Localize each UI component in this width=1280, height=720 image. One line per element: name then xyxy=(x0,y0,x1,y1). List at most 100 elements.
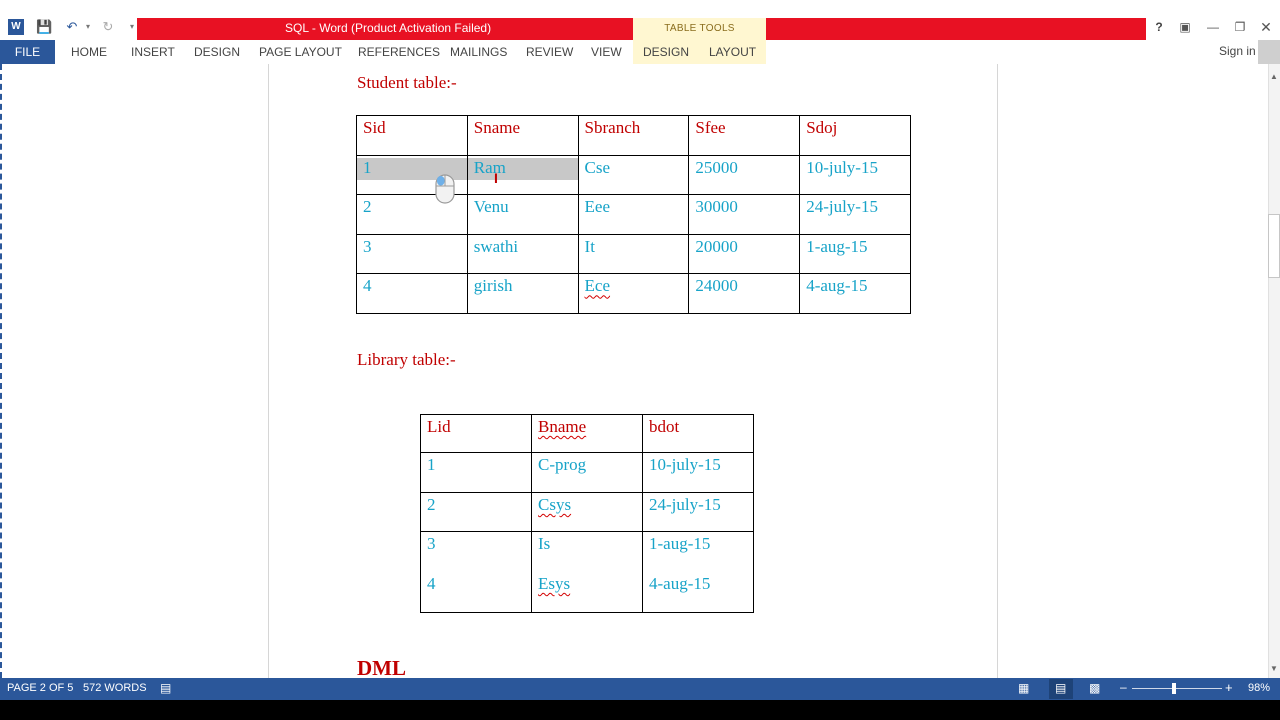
status-bar: PAGE 2 OF 5 572 WORDS ▤ ▦ ▤ ▩ – + 98% xyxy=(0,678,1280,700)
table-cell[interactable]: 25000 xyxy=(688,154,801,196)
scroll-up-icon[interactable]: ▲ xyxy=(1268,70,1280,84)
table-cell[interactable]: Ram xyxy=(466,154,579,196)
student-table[interactable]: Sid Sname Sbranch Sfee Sdoj 1 Ram Cse 25… xyxy=(356,115,911,314)
tab-page-layout[interactable]: PAGE LAYOUT xyxy=(259,40,342,64)
table-cell[interactable]: Eee xyxy=(577,194,690,235)
tab-references[interactable]: REFERENCES xyxy=(358,40,440,64)
table-cell[interactable]: 24-july-15 xyxy=(642,492,754,532)
library-table-heading: Library table:- xyxy=(357,350,456,369)
help-button[interactable]: ? xyxy=(1148,18,1170,36)
save-icon[interactable]: 💾 xyxy=(36,19,52,35)
table-cell[interactable]: 4-aug-15 xyxy=(799,273,911,314)
scroll-thumb[interactable] xyxy=(1268,214,1280,278)
web-layout-icon[interactable]: ▩ xyxy=(1089,681,1100,695)
table-cell[interactable]: 4 xyxy=(356,273,468,314)
table-cell[interactable]: 10-july-15 xyxy=(642,452,754,493)
minimize-icon[interactable]: — xyxy=(1202,18,1224,36)
cell-line: 1-aug-15 xyxy=(649,534,711,553)
table-cell[interactable]: Sname xyxy=(466,115,579,156)
table-cell[interactable]: 3 xyxy=(356,233,468,275)
table-cell[interactable]: It xyxy=(577,233,690,275)
undo-dropdown-icon[interactable]: ▾ xyxy=(80,19,96,35)
zoom-slider-handle[interactable] xyxy=(1172,683,1176,694)
avatar[interactable] xyxy=(1258,40,1280,64)
table-cell[interactable]: Ece xyxy=(577,273,690,314)
table-cell[interactable]: 2 xyxy=(420,492,532,532)
redo-icon[interactable]: ↻ xyxy=(100,19,116,35)
spellcheck-text: Esys xyxy=(538,574,571,593)
table-cell[interactable]: 1-aug-15 xyxy=(799,233,911,275)
table-cell[interactable]: 30000 xyxy=(688,194,801,235)
text-cursor-icon: I xyxy=(494,170,498,186)
print-layout-icon[interactable]: ▤ xyxy=(1055,681,1066,695)
tab-review[interactable]: REVIEW xyxy=(526,40,573,64)
table-row: 1 C-prog 10-july-15 xyxy=(420,452,754,493)
table-row: Sid Sname Sbranch Sfee Sdoj xyxy=(356,115,911,156)
sign-in-link[interactable]: Sign in xyxy=(1219,44,1256,58)
undo-icon[interactable]: ↶ xyxy=(64,19,80,35)
proofing-icon[interactable]: ▤ xyxy=(160,681,171,695)
tab-home[interactable]: HOME xyxy=(71,40,107,64)
table-cell[interactable]: Csys xyxy=(531,492,643,532)
tab-insert[interactable]: INSERT xyxy=(131,40,175,64)
activation-failed-bar-right xyxy=(766,18,1146,40)
zoom-level[interactable]: 98% xyxy=(1248,682,1270,694)
table-cell[interactable]: 24-july-15 xyxy=(799,194,911,235)
word-count[interactable]: 572 WORDS xyxy=(83,682,147,694)
tab-table-layout[interactable]: LAYOUT xyxy=(699,40,766,64)
table-cell[interactable]: 3 4 xyxy=(420,531,532,613)
table-cell[interactable]: 1-aug-15 4-aug-15 xyxy=(642,531,754,613)
table-cell[interactable]: swathi xyxy=(466,233,579,275)
table-cell[interactable]: Sdoj xyxy=(799,115,911,156)
table-cell[interactable]: girish xyxy=(466,273,579,314)
tab-table-design[interactable]: DESIGN xyxy=(633,40,699,64)
table-row: 3 4 Is Esys 1-aug-15 4-aug-15 xyxy=(420,531,754,613)
table-cell[interactable]: bdot xyxy=(642,414,754,453)
window-title: SQL - Word (Product Activation Failed) xyxy=(285,21,492,35)
table-cell[interactable]: Bname xyxy=(531,414,643,453)
table-row: 3 swathi It 20000 1-aug-15 xyxy=(356,233,911,275)
table-cell[interactable]: Sbranch xyxy=(577,115,690,156)
table-cell[interactable]: 1 xyxy=(420,452,532,493)
scroll-down-icon[interactable]: ▼ xyxy=(1268,662,1280,676)
table-cell[interactable]: Cse xyxy=(577,154,690,196)
table-cell[interactable]: Is Esys xyxy=(531,531,643,613)
spellcheck-text: Bname xyxy=(538,417,587,436)
student-table-heading: Student table:- xyxy=(357,73,457,92)
word-app-icon[interactable]: W xyxy=(8,19,24,35)
zoom-out-icon[interactable]: – xyxy=(1120,680,1127,694)
table-cell[interactable]: Sid xyxy=(356,115,468,156)
vertical-scrollbar[interactable] xyxy=(1268,64,1280,678)
window-left-border xyxy=(0,64,2,678)
cell-line: 4 xyxy=(427,574,436,593)
table-cell[interactable]: 10-july-15 xyxy=(799,154,911,196)
tab-view[interactable]: VIEW xyxy=(591,40,622,64)
table-cell[interactable]: 24000 xyxy=(688,273,801,314)
zoom-in-icon[interactable]: + xyxy=(1225,680,1233,695)
table-row: 2 Csys 24-july-15 xyxy=(420,492,754,532)
restore-icon[interactable]: ❐ xyxy=(1229,18,1251,36)
table-cell[interactable]: Lid xyxy=(420,414,532,453)
tab-mailings[interactable]: MAILINGS xyxy=(450,40,507,64)
cell-line: 4-aug-15 xyxy=(649,574,711,593)
read-mode-icon[interactable]: ▦ xyxy=(1018,681,1029,695)
spellcheck-text: Ece xyxy=(584,276,611,296)
library-table[interactable]: Lid Bname bdot 1 C-prog 10-july-15 2 Csy… xyxy=(420,414,754,613)
page-count[interactable]: PAGE 2 OF 5 xyxy=(7,682,73,694)
table-row: 4 girish Ece 24000 4-aug-15 xyxy=(356,273,911,314)
close-icon[interactable]: ✕ xyxy=(1255,18,1277,36)
tab-design[interactable]: DESIGN xyxy=(194,40,240,64)
ribbon-display-options-icon[interactable]: ▣ xyxy=(1174,18,1196,36)
table-cell[interactable]: Venu xyxy=(466,194,579,235)
table-cell[interactable]: C-prog xyxy=(531,452,643,493)
table-cell[interactable]: Sfee xyxy=(688,115,801,156)
zoom-slider-track[interactable] xyxy=(1132,688,1222,689)
table-tools-label: TABLE TOOLS xyxy=(633,18,766,40)
cell-line: 3 xyxy=(427,534,436,553)
spellcheck-text: Csys xyxy=(538,495,572,514)
selected-text: Ram xyxy=(467,157,578,180)
table-row: Lid Bname bdot xyxy=(420,414,754,453)
tab-file[interactable]: FILE xyxy=(0,40,55,64)
page-right-edge xyxy=(997,64,998,678)
table-cell[interactable]: 20000 xyxy=(688,233,801,275)
